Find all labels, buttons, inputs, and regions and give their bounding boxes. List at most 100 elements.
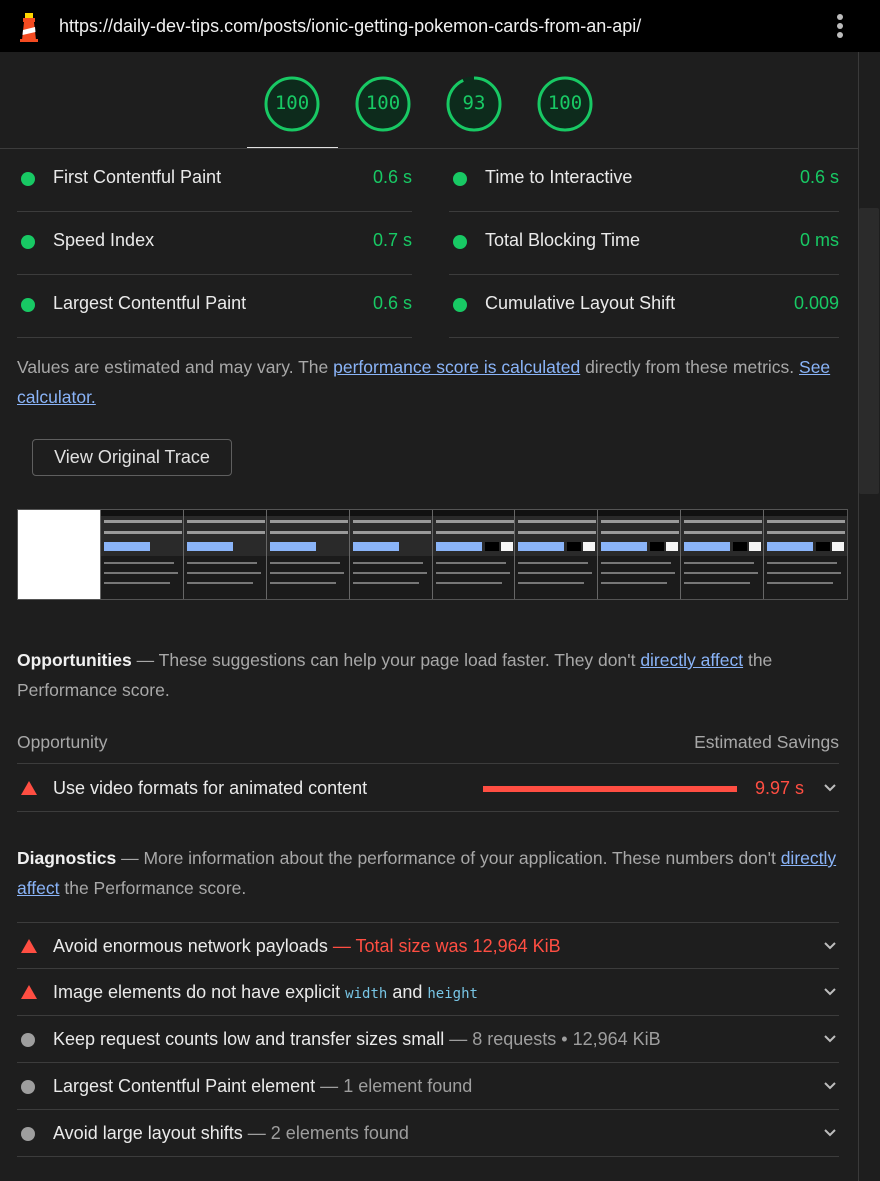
neutral-dot-icon [21,1080,35,1094]
gauge-score: 100 [547,92,583,114]
metric-value: 0.6 s [372,293,412,313]
metric-largest-contentful-paint: Largest Contentful Paint 0.6 s [17,275,412,338]
chevron-down-icon[interactable] [823,939,837,953]
filmstrip [17,509,848,600]
gauge-seo[interactable]: 100 [537,76,593,132]
audit-image-explicit-size[interactable]: Image elements do not have explicit widt… [17,969,839,1016]
chevron-down-icon[interactable] [823,781,837,795]
gauge-performance[interactable]: 100 [264,76,320,132]
metric-cumulative-layout-shift: Cumulative Layout Shift 0.009 [449,275,839,338]
chevron-down-icon[interactable] [823,1079,837,1093]
gauge-best-practices[interactable]: 93 [446,76,502,132]
filmstrip-frame [100,510,184,599]
audit-title: Keep request counts low and transfer siz… [53,1029,661,1050]
directly-affect-link[interactable]: directly affect [640,650,743,670]
filmstrip-frame [515,510,599,599]
audit-lcp-element[interactable]: Largest Contentful Paint element — 1 ele… [17,1063,839,1110]
gauge-score: 93 [462,92,486,114]
kebab-menu-icon[interactable] [832,12,848,42]
scrollbar-thumb[interactable] [859,208,879,494]
metric-name: First Contentful Paint [53,167,222,187]
pass-dot-icon [21,235,35,249]
metric-first-contentful-paint: First Contentful Paint 0.6 s [17,149,412,212]
filmstrip-frame [764,510,848,599]
fail-triangle-icon [21,781,37,795]
note-text: Values are estimated and may vary. The [17,357,334,377]
address-bar: https://daily-dev-tips.com/posts/ionic-g… [0,0,880,52]
report-panel: 100 100 93 100 First Contentful Paint 0.… [0,52,858,1181]
metrics-note: Values are estimated and may vary. The p… [17,352,837,412]
col-opportunity: Opportunity [17,732,108,752]
opportunities-header: Opportunities — These suggestions can he… [17,645,837,705]
gauge-score: 100 [274,92,310,114]
score-gauges: 100 100 93 100 [0,52,858,149]
dash: — [315,1076,344,1096]
audit-detail: 1 element found [343,1076,473,1096]
score-calculated-link[interactable]: performance score is calculated [333,357,580,377]
filmstrip-frame [183,510,267,599]
audit-title: Use video formats for animated content [53,778,368,798]
dash: — [116,848,144,868]
metric-speed-index: Speed Index 0.7 s [17,212,412,275]
dash: — [131,650,159,670]
audit-enormous-payloads[interactable]: Avoid enormous network payloads — Total … [17,922,839,969]
dash: — [327,936,356,956]
metric-name: Time to Interactive [485,167,633,187]
lighthouse-icon [20,13,38,42]
dash: — [444,1029,473,1049]
section-title: Diagnostics [17,848,117,868]
metric-value: 0.009 [793,293,839,313]
audit-detail: 8 requests • 12,964 KiB [472,1029,661,1049]
filmstrip-frame [598,510,682,599]
page-url[interactable]: https://daily-dev-tips.com/posts/ionic-g… [59,16,641,37]
neutral-dot-icon [21,1033,35,1047]
vertical-scrollbar[interactable] [858,52,880,1181]
code-height: height [427,986,478,1002]
audit-use-video-formats[interactable]: Use video formats for animated content 9… [17,765,839,812]
col-estimated-savings: Estimated Savings [694,732,839,752]
pass-dot-icon [21,298,35,312]
dash: — [242,1123,271,1143]
note-text: directly from these metrics. [580,357,800,377]
audit-layout-shifts[interactable]: Avoid large layout shifts — 2 elements f… [17,1110,839,1157]
metric-total-blocking-time: Total Blocking Time 0 ms [449,212,839,275]
audit-title: Image elements do not have explicit widt… [53,982,478,1003]
metric-name: Cumulative Layout Shift [485,293,676,313]
code-width: width [345,986,388,1002]
audit-request-counts[interactable]: Keep request counts low and transfer siz… [17,1016,839,1063]
metric-value: 0 ms [799,230,839,250]
metric-time-to-interactive: Time to Interactive 0.6 s [449,149,839,212]
fail-triangle-icon [21,939,37,953]
section-desc: the Performance score. [59,878,247,898]
filmstrip-frame [349,510,433,599]
audit-title: Largest Contentful Paint element — 1 ele… [53,1076,472,1097]
gauge-score: 100 [365,92,401,114]
metric-name: Total Blocking Time [485,230,641,250]
diagnostics-header: Diagnostics — More information about the… [17,843,837,903]
audit-detail: 2 elements found [270,1123,409,1143]
filmstrip-frame [266,510,350,599]
filmstrip-frame [18,510,101,599]
audit-title: Avoid enormous network payloads — Total … [53,936,561,957]
audit-title-text: Avoid enormous network payloads [53,936,328,956]
audit-title-text: Largest Contentful Paint element [53,1076,316,1096]
audit-title-text: and [387,982,428,1002]
chevron-down-icon[interactable] [823,1126,837,1140]
pass-dot-icon [453,298,467,312]
fail-triangle-icon [21,985,37,999]
savings-bar [483,786,737,792]
pass-dot-icon [453,172,467,186]
audit-title-text: Keep request counts low and transfer siz… [53,1029,445,1049]
audit-title-text: Avoid large layout shifts [53,1123,243,1143]
savings-value: 9.97 s [755,778,805,798]
gauge-accessibility[interactable]: 100 [355,76,411,132]
metric-value: 0.6 s [799,167,839,187]
section-title: Opportunities [17,650,132,670]
audit-detail: Total size was 12,964 KiB [355,936,561,956]
metric-name: Speed Index [53,230,155,250]
chevron-down-icon[interactable] [823,985,837,999]
view-original-trace-button[interactable]: View Original Trace [32,439,232,476]
audit-title: Avoid large layout shifts — 2 elements f… [53,1123,409,1144]
metric-value: 0.6 s [372,167,412,187]
chevron-down-icon[interactable] [823,1032,837,1046]
